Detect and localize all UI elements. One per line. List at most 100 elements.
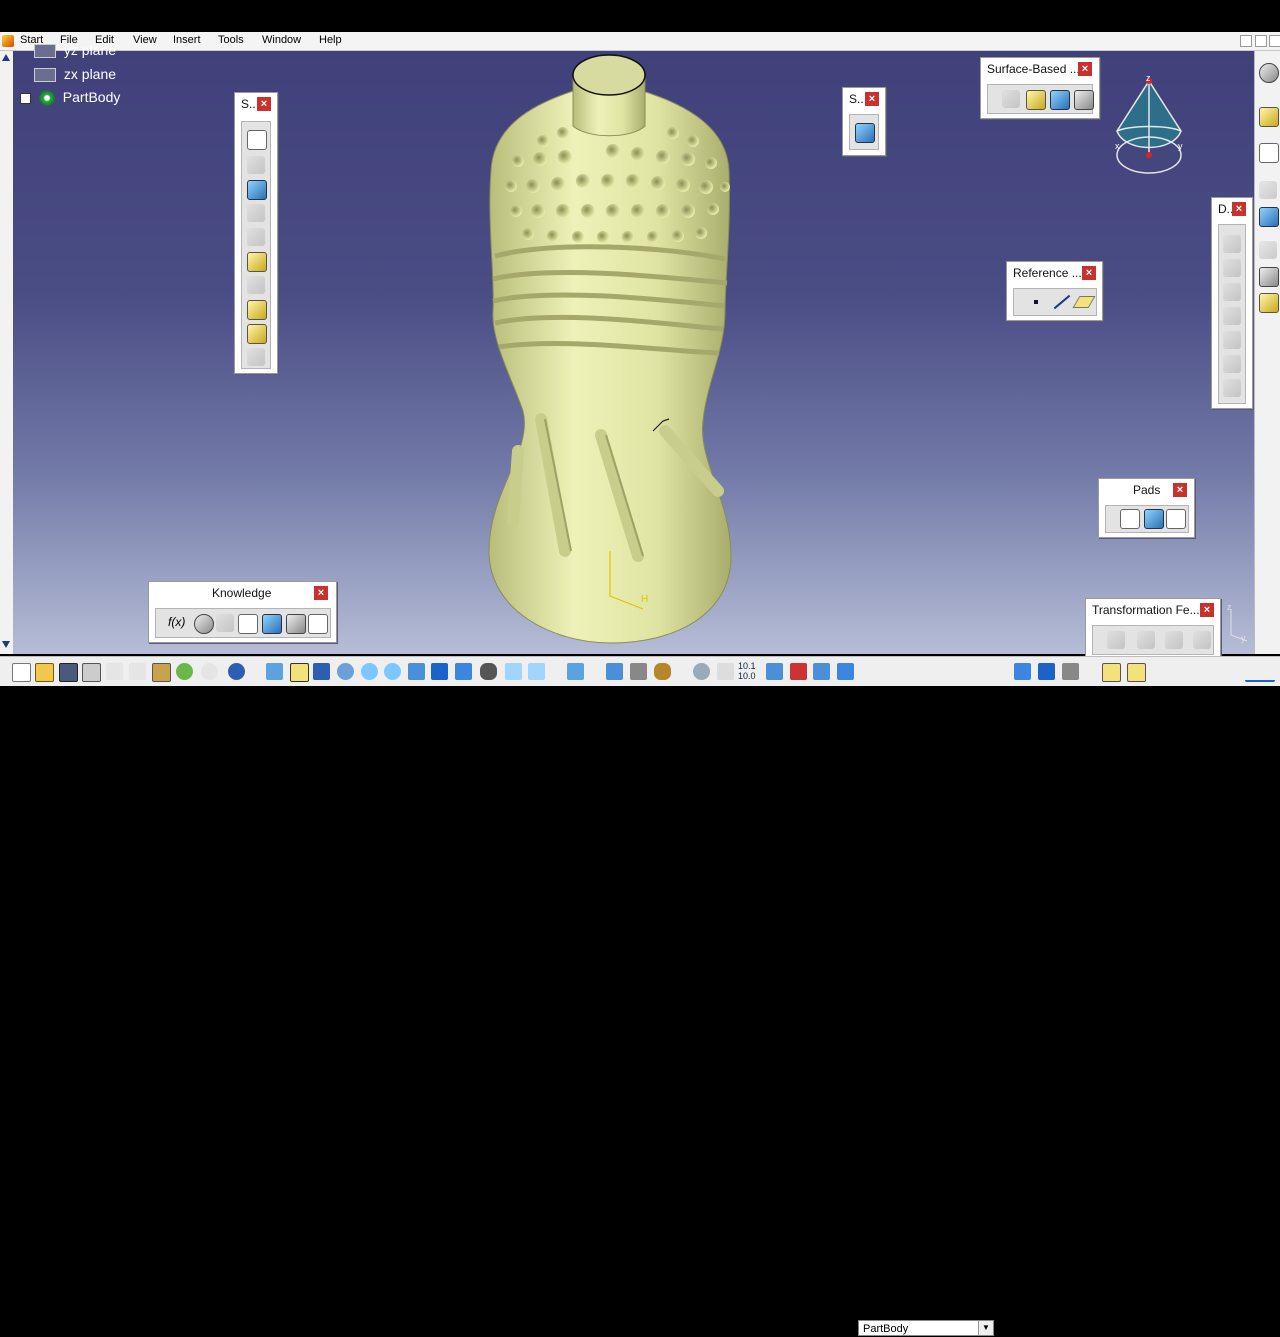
solid-combine-icon[interactable] — [247, 300, 267, 320]
copy-icon[interactable] — [129, 663, 146, 680]
formula-icon[interactable]: f(x) — [168, 615, 185, 629]
scroll-down-arrow-icon[interactable] — [2, 641, 10, 648]
close-icon[interactable]: × — [1232, 202, 1246, 216]
measure-between-icon[interactable] — [1038, 663, 1055, 680]
close-icon[interactable]: × — [865, 92, 879, 106]
pocket-icon[interactable] — [247, 156, 265, 174]
close-surface-icon[interactable] — [1050, 90, 1070, 110]
point-icon[interactable] — [1034, 300, 1038, 304]
minimize-button[interactable] — [1240, 35, 1252, 47]
apply-material-icon[interactable] — [654, 663, 671, 680]
fit-all-icon[interactable] — [290, 663, 309, 682]
multi-view-icon[interactable] — [431, 663, 448, 680]
analysis-icon[interactable] — [630, 663, 647, 680]
redo-icon[interactable] — [201, 663, 218, 680]
toolbar-pads[interactable]: Pads × — [1098, 478, 1195, 538]
plane-icon[interactable] — [1072, 296, 1096, 308]
catia-logo-icon[interactable] — [2, 35, 14, 47]
menu-insert[interactable]: Insert — [173, 34, 201, 46]
chevron-down-icon[interactable]: ▼ — [978, 1321, 993, 1335]
measure-icon[interactable] — [1259, 207, 1279, 227]
close-window-button[interactable] — [1269, 35, 1280, 47]
menu-tools[interactable]: Tools — [218, 34, 244, 46]
split-surface-icon[interactable] — [1002, 90, 1020, 108]
knowledge-advisor-icon[interactable] — [1102, 663, 1121, 682]
sketch-icon[interactable] — [1259, 143, 1279, 163]
annotation-icon[interactable] — [1259, 241, 1277, 259]
left-scrollbar[interactable] — [0, 51, 14, 654]
pad-icon[interactable] — [1120, 509, 1140, 529]
update-icon[interactable] — [567, 663, 584, 680]
tree-item-zx-plane[interactable]: zx plane — [20, 66, 116, 83]
design-table-icon[interactable] — [238, 614, 258, 634]
hole-icon[interactable] — [247, 228, 265, 246]
scaling-icon[interactable] — [1193, 631, 1211, 649]
menu-view[interactable]: View — [133, 34, 157, 46]
menu-window[interactable]: Window — [262, 34, 301, 46]
shell-icon[interactable] — [1223, 307, 1241, 325]
sew-surface-icon[interactable] — [1074, 90, 1094, 110]
line-icon[interactable] — [1053, 294, 1071, 310]
fly-mode-icon[interactable] — [266, 663, 283, 680]
rotate-icon[interactable] — [337, 663, 354, 680]
iso-view-icon[interactable] — [455, 663, 472, 680]
tools-icon[interactable] — [1259, 267, 1279, 287]
restore-button[interactable] — [1255, 35, 1267, 47]
rectangular-pattern-icon[interactable] — [1165, 631, 1183, 649]
drafted-filleted-pad-icon[interactable] — [1144, 509, 1164, 529]
equivalent-dimensions-icon[interactable] — [286, 614, 306, 634]
fillet-icon[interactable] — [1223, 235, 1241, 253]
constraint-edit-icon[interactable] — [606, 663, 623, 680]
select-arrow-icon[interactable] — [1259, 107, 1279, 127]
draft-icon[interactable] — [1223, 283, 1241, 301]
tree-item-partbody[interactable]: PartBody — [20, 89, 120, 107]
expand-icon[interactable] — [20, 92, 31, 104]
undo-icon[interactable] — [176, 663, 193, 680]
current-body-select[interactable]: PartBody ▼ — [858, 1320, 994, 1336]
pan-icon[interactable] — [313, 663, 330, 680]
apply-material-icon[interactable] — [1259, 293, 1279, 313]
toolbar-surface-based[interactable]: Surface-Based ... × — [980, 57, 1100, 119]
swap-space-icon[interactable] — [528, 663, 545, 680]
groove-icon[interactable] — [247, 204, 265, 222]
tree-item-yz-plane[interactable]: yz plane — [20, 42, 116, 59]
axis-system-icon[interactable] — [717, 663, 734, 680]
new-file-icon[interactable] — [12, 663, 31, 682]
normal-view-icon[interactable] — [408, 663, 425, 680]
close-icon[interactable]: × — [1082, 266, 1096, 280]
save-icon[interactable] — [59, 663, 78, 682]
slot-icon[interactable] — [247, 276, 265, 294]
multi-pad-icon[interactable] — [1166, 509, 1186, 529]
body-icon[interactable] — [837, 663, 854, 680]
3d-viewport[interactable]: H z x y z y — [13, 51, 1254, 654]
mirror-icon[interactable] — [1137, 631, 1155, 649]
close-icon[interactable]: × — [1078, 62, 1092, 76]
menu-help[interactable]: Help — [319, 34, 342, 46]
catalog-icon[interactable] — [1014, 663, 1031, 680]
rib-icon[interactable] — [247, 252, 267, 272]
reactions-icon[interactable] — [1127, 663, 1146, 682]
measure-item-icon[interactable] — [1062, 663, 1079, 680]
thick-surface-icon[interactable] — [1026, 90, 1046, 110]
axis-icon[interactable] — [790, 663, 807, 680]
scroll-up-arrow-icon[interactable] — [2, 54, 10, 61]
toolbar-dressup[interactable]: D.. × — [1211, 197, 1253, 409]
multi-section-solid-icon[interactable] — [247, 324, 267, 344]
toolbar-knowledge[interactable]: Knowledge × f(x) — [148, 581, 337, 643]
parameters-icon[interactable] — [308, 614, 328, 634]
thickness-icon[interactable] — [1223, 331, 1241, 349]
removed-multi-section-icon[interactable] — [247, 348, 265, 366]
check-icon[interactable] — [216, 614, 234, 632]
split-icon[interactable] — [855, 123, 875, 143]
constraint-icon[interactable] — [1259, 181, 1277, 199]
open-file-icon[interactable] — [35, 663, 54, 682]
paste-icon[interactable] — [152, 663, 171, 682]
whats-this-icon[interactable] — [228, 663, 245, 680]
ratio-icon[interactable]: 10.1 10.0 — [738, 661, 756, 681]
remove-face-icon[interactable] — [1223, 379, 1241, 397]
close-icon[interactable]: × — [1173, 483, 1187, 497]
pad-icon[interactable] — [247, 130, 267, 150]
close-icon[interactable]: × — [314, 586, 328, 600]
close-icon[interactable]: × — [1200, 603, 1214, 617]
cut-icon[interactable] — [106, 663, 123, 680]
